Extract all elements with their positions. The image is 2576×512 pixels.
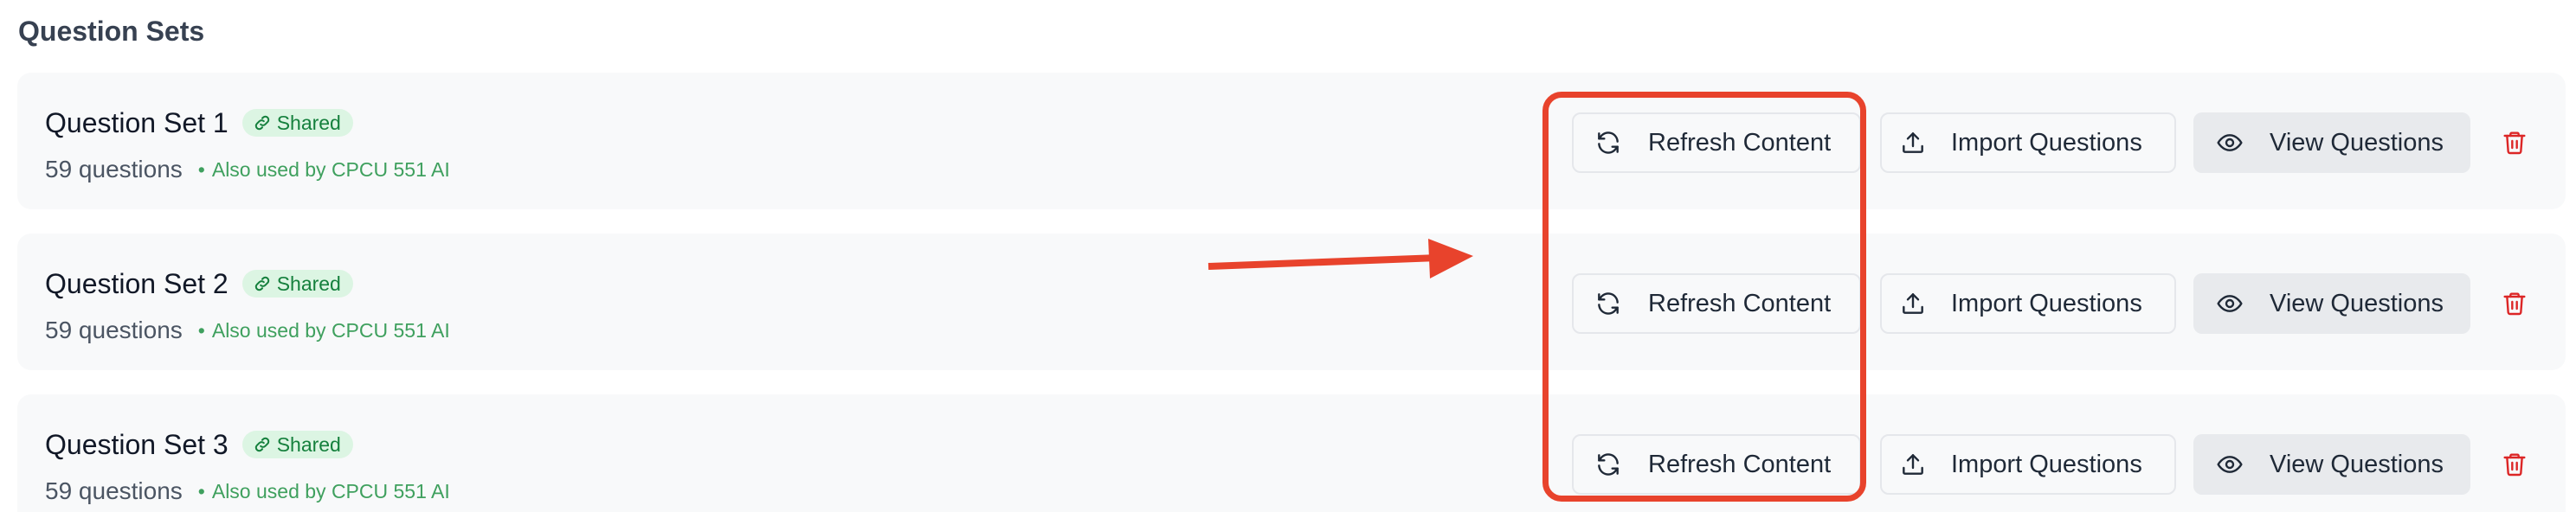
link-icon — [253, 274, 272, 293]
trash-icon — [2501, 451, 2528, 478]
shared-badge: Shared — [242, 109, 353, 137]
question-set-meta: 59 questions • Also used by CPCU 551 AI — [45, 152, 450, 187]
refresh-icon — [1594, 290, 1622, 317]
shared-badge-label: Shared — [276, 433, 341, 456]
question-count: 59 questions — [45, 317, 183, 343]
also-used-note: • Also used by CPCU 551 AI — [198, 313, 450, 348]
link-icon — [253, 435, 272, 454]
trash-icon — [2501, 129, 2528, 157]
question-count: 59 questions — [45, 477, 183, 504]
also-used-label: Also used by CPCU 551 AI — [211, 480, 450, 502]
also-used-label: Also used by CPCU 551 AI — [211, 319, 450, 342]
section-title: Question Sets — [18, 16, 205, 47]
refresh-content-button[interactable]: Refresh Content — [1572, 112, 1861, 173]
refresh-content-button[interactable]: Refresh Content — [1572, 434, 1861, 495]
refresh-content-button[interactable]: Refresh Content — [1572, 273, 1861, 334]
import-questions-button[interactable]: Import Questions — [1880, 273, 2176, 334]
upload-icon — [1899, 290, 1927, 317]
also-used-label: Also used by CPCU 551 AI — [211, 158, 450, 181]
card-title-row: Question Set 3 Shared — [45, 426, 353, 464]
view-questions-button[interactable]: View Questions — [2193, 434, 2470, 495]
shared-badge: Shared — [242, 270, 353, 298]
separator-dot: • — [197, 480, 205, 502]
view-questions-button[interactable]: View Questions — [2193, 112, 2470, 173]
question-set-title: Question Set 3 — [45, 429, 229, 460]
view-questions-label: View Questions — [2270, 289, 2444, 317]
refresh-icon — [1594, 129, 1622, 157]
delete-button[interactable] — [2498, 448, 2531, 481]
question-set-card: Question Set 2 Shared 59 questions • Also… — [17, 234, 2566, 370]
shared-badge-label: Shared — [276, 272, 341, 295]
question-count: 59 questions — [45, 156, 183, 182]
question-set-meta: 59 questions • Also used by CPCU 551 AI — [45, 474, 450, 509]
card-title-row: Question Set 1 Shared — [45, 104, 353, 142]
shared-badge-label: Shared — [276, 112, 341, 134]
import-questions-label: Import Questions — [1951, 289, 2142, 317]
import-questions-label: Import Questions — [1951, 128, 2142, 157]
separator-dot: • — [197, 319, 205, 342]
view-questions-label: View Questions — [2270, 450, 2444, 478]
card-title-row: Question Set 2 Shared — [45, 265, 353, 303]
view-questions-label: View Questions — [2270, 128, 2444, 157]
view-questions-button[interactable]: View Questions — [2193, 273, 2470, 334]
also-used-note: • Also used by CPCU 551 AI — [198, 152, 450, 187]
question-set-meta: 59 questions • Also used by CPCU 551 AI — [45, 313, 450, 348]
question-set-title: Question Set 2 — [45, 268, 229, 299]
delete-button[interactable] — [2498, 287, 2531, 320]
question-set-card: Question Set 1 Shared 59 questions • Also… — [17, 73, 2566, 209]
eye-icon — [2216, 290, 2244, 317]
eye-icon — [2216, 451, 2244, 478]
link-icon — [253, 113, 272, 132]
import-questions-label: Import Questions — [1951, 450, 2142, 478]
also-used-note: • Also used by CPCU 551 AI — [198, 474, 450, 509]
question-set-card: Question Set 3 Shared 59 questions • Also… — [17, 394, 2566, 512]
question-sets-page: Question Sets Question Set 1 Shared 59 q… — [0, 0, 2576, 512]
refresh-content-label: Refresh Content — [1648, 450, 1832, 478]
trash-icon — [2501, 290, 2528, 317]
delete-button[interactable] — [2498, 126, 2531, 159]
refresh-icon — [1594, 451, 1622, 478]
question-set-title: Question Set 1 — [45, 107, 229, 138]
eye-icon — [2216, 129, 2244, 157]
separator-dot: • — [197, 158, 205, 181]
import-questions-button[interactable]: Import Questions — [1880, 112, 2176, 173]
refresh-content-label: Refresh Content — [1648, 289, 1832, 317]
shared-badge: Shared — [242, 431, 353, 458]
upload-icon — [1899, 129, 1927, 157]
refresh-content-label: Refresh Content — [1648, 128, 1832, 157]
upload-icon — [1899, 451, 1927, 478]
import-questions-button[interactable]: Import Questions — [1880, 434, 2176, 495]
